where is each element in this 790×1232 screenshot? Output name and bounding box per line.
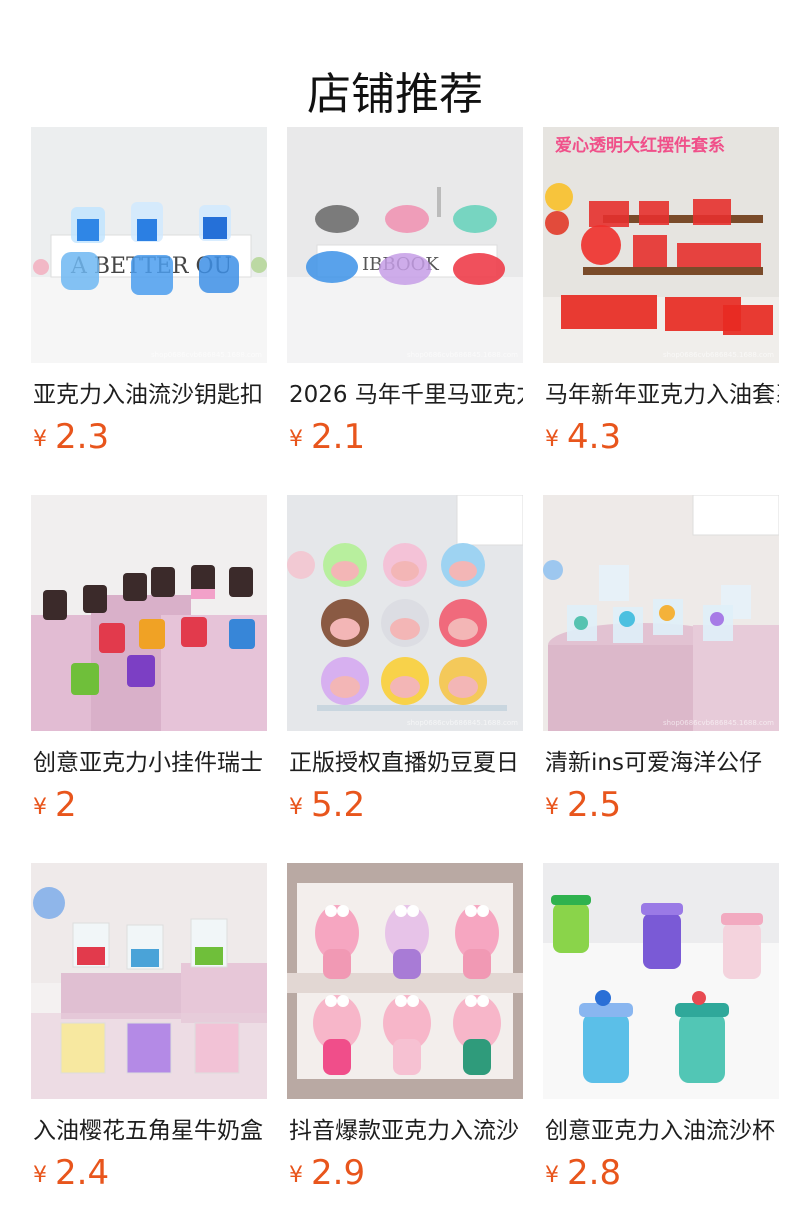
product-image-horse-keychains[interactable]: IBBOOK shop0686cvb686845.1688.com [287,127,523,363]
product-name[interactable]: 亚克力入油流沙钥匙扣 [33,379,267,411]
product-image-milk-tea-cups[interactable] [31,495,267,731]
product-image-ocean-cubes[interactable]: shop0686cvb686845.1688.com [543,495,779,731]
currency-symbol: ¥ [33,427,47,452]
product-card[interactable]: 爱心透明大红摆件套系 shop0686cvb686845.1688.com 马年… [543,127,779,467]
svg-text:shop0686cvb686845.1688.com: shop0686cvb686845.1688.com [663,719,774,727]
product-price: ¥2.4 [33,1151,109,1195]
currency-symbol: ¥ [289,795,303,820]
product-price: ¥2.8 [545,1151,621,1195]
product-card[interactable]: 抖音爆款亚克力入流沙 ¥2.9 [287,863,523,1203]
product-name[interactable]: 抖音爆款亚克力入流沙 [289,1115,523,1147]
product-name[interactable]: 马年新年亚克力入油套系 [545,379,779,411]
currency-symbol: ¥ [545,1163,559,1188]
product-image-blue-keychains[interactable]: A BETTER OU shop0686cvb686845.1688.com [31,127,267,363]
product-name[interactable]: 正版授权直播奶豆夏日 [289,747,523,779]
currency-symbol: ¥ [545,795,559,820]
svg-text:shop0686cvb686845.1688.com: shop0686cvb686845.1688.com [407,719,518,727]
product-price: ¥5.2 [289,783,365,827]
currency-symbol: ¥ [33,1163,47,1188]
product-image-red-heart-set[interactable]: 爱心透明大红摆件套系 shop0686cvb686845.1688.com [543,127,779,363]
product-card[interactable]: 创意亚克力小挂件瑞士 ¥2 [31,495,267,835]
price-value: 2.1 [311,417,366,457]
product-name[interactable]: 入油樱花五角星牛奶盒 [33,1115,267,1147]
product-image-doll-heads[interactable]: shop0686cvb686845.1688.com [287,495,523,731]
price-value: 2.5 [567,785,622,825]
product-card[interactable]: 入油樱花五角星牛奶盒 ¥2.4 [31,863,267,1203]
product-card[interactable]: 创意亚克力入油流沙杯 ¥2.8 [543,863,779,1203]
image-banner-text: 爱心透明大红摆件套系 [555,135,725,156]
svg-text:shop0686cvb686845.1688.com: shop0686cvb686845.1688.com [151,351,262,359]
price-value: 2.8 [567,1153,622,1193]
product-card[interactable]: IBBOOK shop0686cvb686845.1688.com 2026 马… [287,127,523,467]
product-image-milk-boxes[interactable] [31,863,267,1099]
currency-symbol: ¥ [545,427,559,452]
product-image-cup-charms[interactable] [543,863,779,1099]
page-title: 店铺推荐 [307,69,483,121]
currency-symbol: ¥ [289,427,303,452]
product-price: ¥2 [33,783,77,827]
product-price: ¥4.3 [545,415,621,459]
product-card[interactable]: A BETTER OU shop0686cvb686845.1688.com 亚… [31,127,267,467]
currency-symbol: ¥ [33,795,47,820]
product-name[interactable]: 清新ins可爱海洋公仔 [545,747,779,779]
product-name[interactable]: 创意亚克力小挂件瑞士 [33,747,267,779]
product-price: ¥2.1 [289,415,365,459]
product-name[interactable]: 创意亚克力入油流沙杯 [545,1115,779,1147]
product-name[interactable]: 2026 马年千里马亚克力 [289,379,523,411]
price-value: 2 [55,785,77,825]
price-value: 5.2 [311,785,366,825]
currency-symbol: ¥ [289,1163,303,1188]
price-value: 4.3 [567,417,622,457]
price-value: 2.3 [55,417,110,457]
price-value: 2.4 [55,1153,110,1193]
svg-text:shop0686cvb686845.1688.com: shop0686cvb686845.1688.com [407,351,518,359]
product-image-bunny-bottles[interactable] [287,863,523,1099]
price-value: 2.9 [311,1153,366,1193]
product-card[interactable]: shop0686cvb686845.1688.com 清新ins可爱海洋公仔 ¥… [543,495,779,835]
product-price: ¥2.3 [33,415,109,459]
product-card[interactable]: shop0686cvb686845.1688.com 正版授权直播奶豆夏日 ¥5… [287,495,523,835]
svg-text:shop0686cvb686845.1688.com: shop0686cvb686845.1688.com [663,351,774,359]
product-price: ¥2.9 [289,1151,365,1195]
product-price: ¥2.5 [545,783,621,827]
